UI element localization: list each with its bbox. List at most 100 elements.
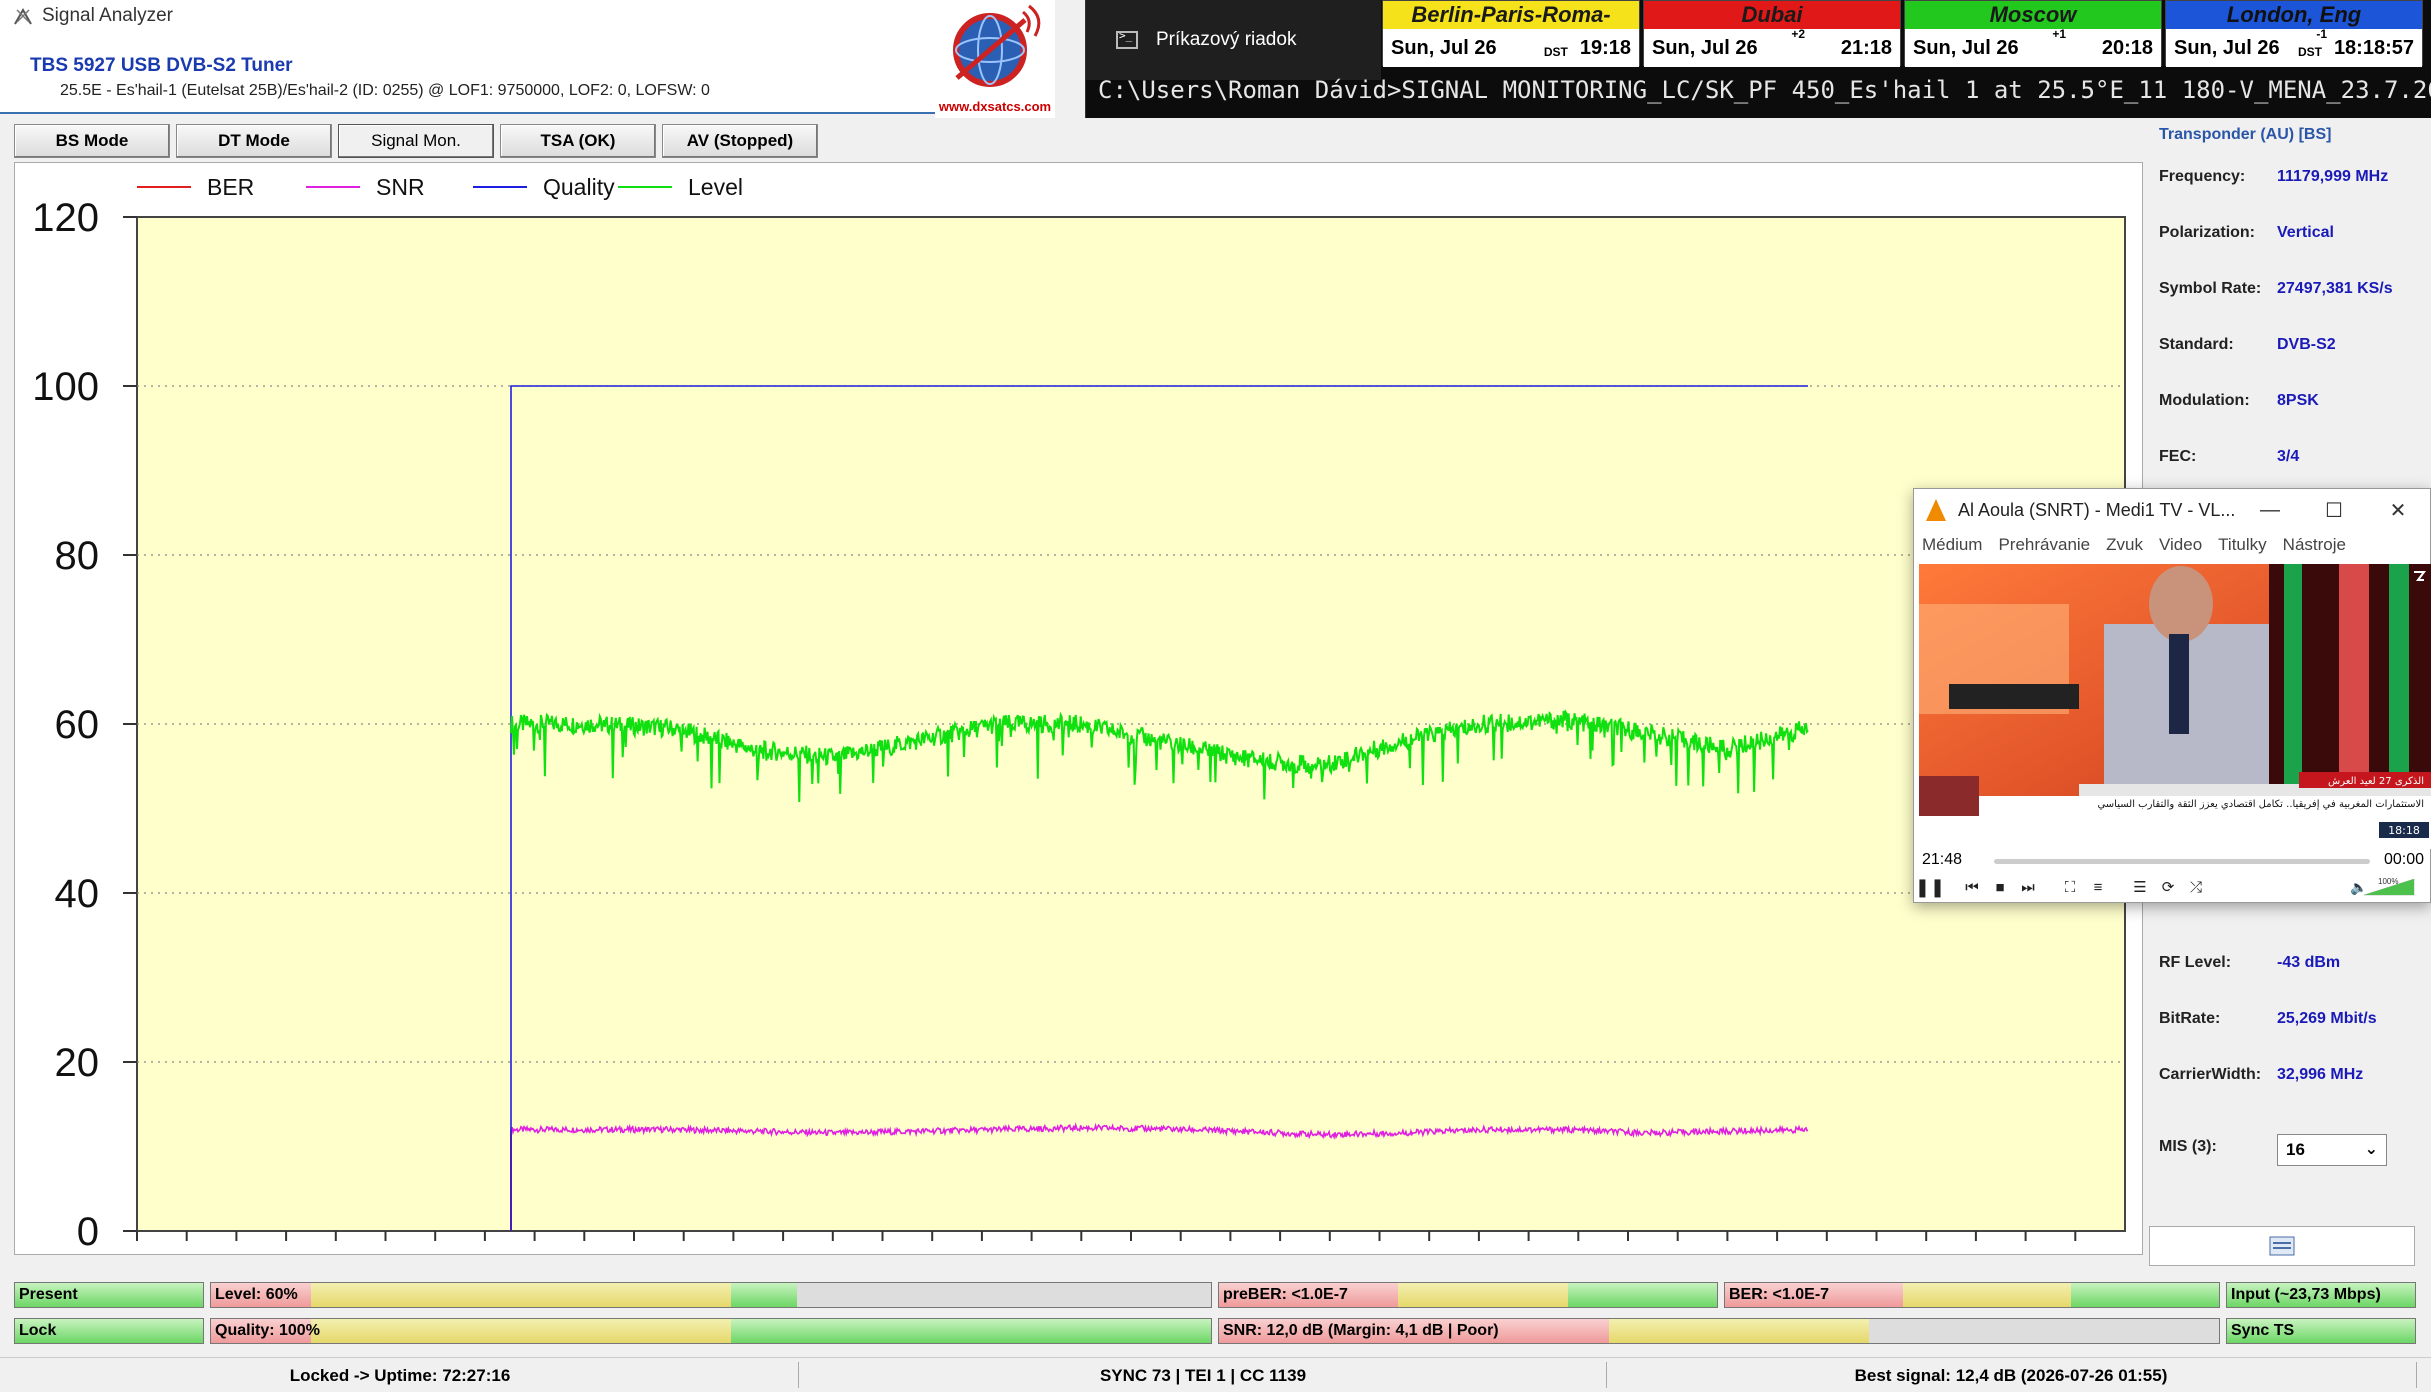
- y-tick-label: 0: [77, 1210, 99, 1254]
- volume-value: 100%: [2378, 877, 2398, 886]
- y-tick-label: 100: [32, 365, 99, 409]
- clock-time: 19:18: [1579, 36, 1631, 59]
- menu-video[interactable]: Video: [2159, 535, 2202, 555]
- clock-row: Sun, Jul 26 -1 DST 18:18:57: [2166, 27, 2422, 67]
- ticker-headline: الاستثمارات المغربية في إفريقيا.. تكامل …: [2097, 799, 2424, 810]
- legend-label: SNR: [376, 174, 425, 200]
- transponder-row: BitRate: 25,269 Mbit/s: [2159, 1010, 2429, 1028]
- transponder-key: Frequency:: [2159, 168, 2246, 185]
- logo-text: www.dxsatcs.com: [938, 99, 1052, 114]
- signal-analyzer-icon: [14, 7, 32, 25]
- legend-label: BER: [207, 174, 254, 200]
- panel-button[interactable]: [2149, 1226, 2415, 1266]
- vlc-video-frame[interactable]: الذكرى 27 لعيد العرش الاستثمارات المغربي…: [1919, 564, 2431, 849]
- previous-icon[interactable]: ⏮: [1960, 876, 1984, 898]
- clock-offset: +2: [1791, 27, 1805, 41]
- transponder-key: BitRate:: [2159, 1010, 2221, 1027]
- vlc-window[interactable]: Al Aoula (SNRT) - Medi1 TV - VL... — ☐ ✕…: [1913, 488, 2431, 903]
- clock-dst: DST: [1543, 45, 1568, 59]
- vlc-menu-bar: Médium Prehrávanie Zvuk Video Titulky Ná…: [1914, 531, 2430, 559]
- clock-city: Moscow: [1905, 1, 2161, 29]
- vlc-title: Al Aoula (SNRT) - Medi1 TV - VL...: [1958, 499, 2236, 520]
- ber-bar: BER: <1.0E-7: [1724, 1282, 2220, 1308]
- volume-slider[interactable]: 🔈 100%: [2350, 875, 2416, 897]
- snr-label: SNR: 12,0 dB (Margin: 4,1 dB | Poor): [1223, 1322, 1499, 1339]
- preber-bar: preBER: <1.0E-7: [1218, 1282, 1718, 1308]
- sync-ts-indicator: Sync TS: [2226, 1318, 2416, 1344]
- seek-bar[interactable]: [1994, 859, 2370, 864]
- vlc-title-bar[interactable]: Al Aoula (SNRT) - Medi1 TV - VL... — ☐ ✕: [1914, 489, 2430, 531]
- snr-bar: SNR: 12,0 dB (Margin: 4,1 dB | Poor): [1218, 1318, 2220, 1344]
- transponder-value: -43 dBm: [2277, 954, 2341, 971]
- tuner-detail: 25.5E - Es'hail-1 (Eutelsat 25B)/Es'hail…: [60, 82, 710, 99]
- tab-signal-mon[interactable]: Signal Mon.: [338, 124, 494, 158]
- pause-icon[interactable]: ❚❚: [1915, 876, 1945, 898]
- y-tick-label: 60: [55, 703, 100, 747]
- clock-time: 21:18: [1840, 36, 1892, 59]
- maximize-icon[interactable]: ☐: [2302, 498, 2366, 523]
- level-label: Level: 60%: [215, 1286, 298, 1303]
- menu-tools[interactable]: Nástroje: [2283, 535, 2346, 555]
- tab-tsa[interactable]: TSA (OK): [500, 124, 656, 158]
- input-label: Input (~23,73 Mbps): [2231, 1286, 2381, 1303]
- clock-row: Sun, Jul 26 DST 19:18: [1383, 29, 1639, 67]
- transponder-row: Symbol Rate: 27497,381 KS/s: [2159, 280, 2429, 298]
- ticker-title: الذكرى 27 لعيد العرش: [2328, 776, 2424, 787]
- clock-time: 20:18: [2101, 36, 2153, 59]
- tab-bs-mode[interactable]: BS Mode: [14, 124, 170, 158]
- time-current: 21:48: [1922, 851, 1963, 868]
- extended-settings-icon[interactable]: ≡: [2086, 876, 2110, 898]
- fullscreen-icon[interactable]: ⛶: [2058, 876, 2082, 898]
- ber-label: BER: <1.0E-7: [1729, 1286, 1830, 1303]
- command-prompt-tab[interactable]: Príkazový riadok: [1086, 0, 1381, 80]
- clock-row: Sun, Jul 26 +1 20:18: [1905, 27, 2161, 67]
- shuffle-icon[interactable]: ⤮: [2184, 876, 2208, 898]
- list-icon: [2269, 1236, 2295, 1256]
- transponder-value: Vertical: [2277, 224, 2334, 241]
- transponder-row: Standard: DVB-S2: [2159, 336, 2429, 354]
- signal-chart-svg: 0 20 40 60 80 100 120 BER SNR Quality Level: [32, 174, 2126, 1254]
- clock-offset: -1: [2316, 27, 2327, 41]
- menu-medium[interactable]: Médium: [1922, 535, 1982, 555]
- menu-playback[interactable]: Prehrávanie: [1998, 535, 2090, 555]
- status-line: Locked -> Uptime: 72:27:16 SYNC 73 | TEI…: [0, 1357, 2431, 1392]
- playlist-icon[interactable]: ☰: [2128, 876, 2152, 898]
- clock-date: Sun, Jul 26: [1391, 36, 1497, 59]
- y-tick-label: 120: [32, 196, 99, 240]
- command-line-text: C:\Users\Roman Dávid>SIGNAL MONITORING_L…: [1098, 76, 2431, 104]
- tv-broadcast-picture: الذكرى 27 لعيد العرش الاستثمارات المغربي…: [1919, 564, 2431, 849]
- clock-offset: +1: [2052, 27, 2066, 41]
- next-icon[interactable]: ⏭: [2016, 876, 2040, 898]
- y-tick-label: 20: [55, 1041, 100, 1085]
- clock-dst: DST: [2297, 45, 2322, 59]
- mis-select[interactable]: 16 ⌄: [2277, 1134, 2387, 1166]
- clock-3: London, Eng Sun, Jul 26 -1 DST 18:18:57: [2165, 0, 2423, 67]
- transponder-value: 25,269 Mbit/s: [2277, 1010, 2377, 1027]
- transponder-value: 3/4: [2277, 448, 2300, 465]
- minimize-icon[interactable]: —: [2238, 499, 2302, 522]
- present-label: Present: [19, 1286, 78, 1303]
- tab-av[interactable]: AV (Stopped): [662, 124, 818, 158]
- mis-label: MIS (3):: [2159, 1138, 2217, 1155]
- stop-icon[interactable]: ■: [1988, 876, 2012, 898]
- transponder-row: Modulation: 8PSK: [2159, 392, 2429, 410]
- lock-label: Lock: [19, 1322, 57, 1339]
- tab-dt-mode[interactable]: DT Mode: [176, 124, 332, 158]
- transponder-row: CarrierWidth: 32,996 MHz: [2159, 1066, 2429, 1084]
- sync-info-text: SYNC 73 | TEI 1 | CC 1139: [1099, 1366, 1307, 1385]
- transponder-key: Modulation:: [2159, 392, 2250, 409]
- tuner-info: TBS 5927 USB DVB-S2 Tuner 25.5E - Es'hai…: [0, 32, 935, 114]
- terminal-icon: [1116, 29, 1138, 49]
- close-icon[interactable]: ✕: [2366, 498, 2430, 523]
- transponder-row: Frequency: 11179,999 MHz: [2159, 168, 2429, 186]
- tuner-name: TBS 5927 USB DVB-S2 Tuner: [30, 55, 293, 76]
- transponder-row: RF Level: -43 dBm: [2159, 954, 2429, 972]
- mode-tabs: BS Mode DT Mode Signal Mon. TSA (OK) AV …: [14, 124, 824, 158]
- menu-subtitles[interactable]: Titulky: [2218, 535, 2267, 555]
- transponder-key: RF Level:: [2159, 954, 2232, 971]
- clock-time: 18:18:57: [2333, 36, 2414, 59]
- transponder-row: FEC: 3/4: [2159, 448, 2429, 466]
- menu-audio[interactable]: Zvuk: [2106, 535, 2143, 555]
- loop-icon[interactable]: ⟳: [2156, 876, 2180, 898]
- vlc-time-row: 21:48 00:00: [1922, 851, 2431, 871]
